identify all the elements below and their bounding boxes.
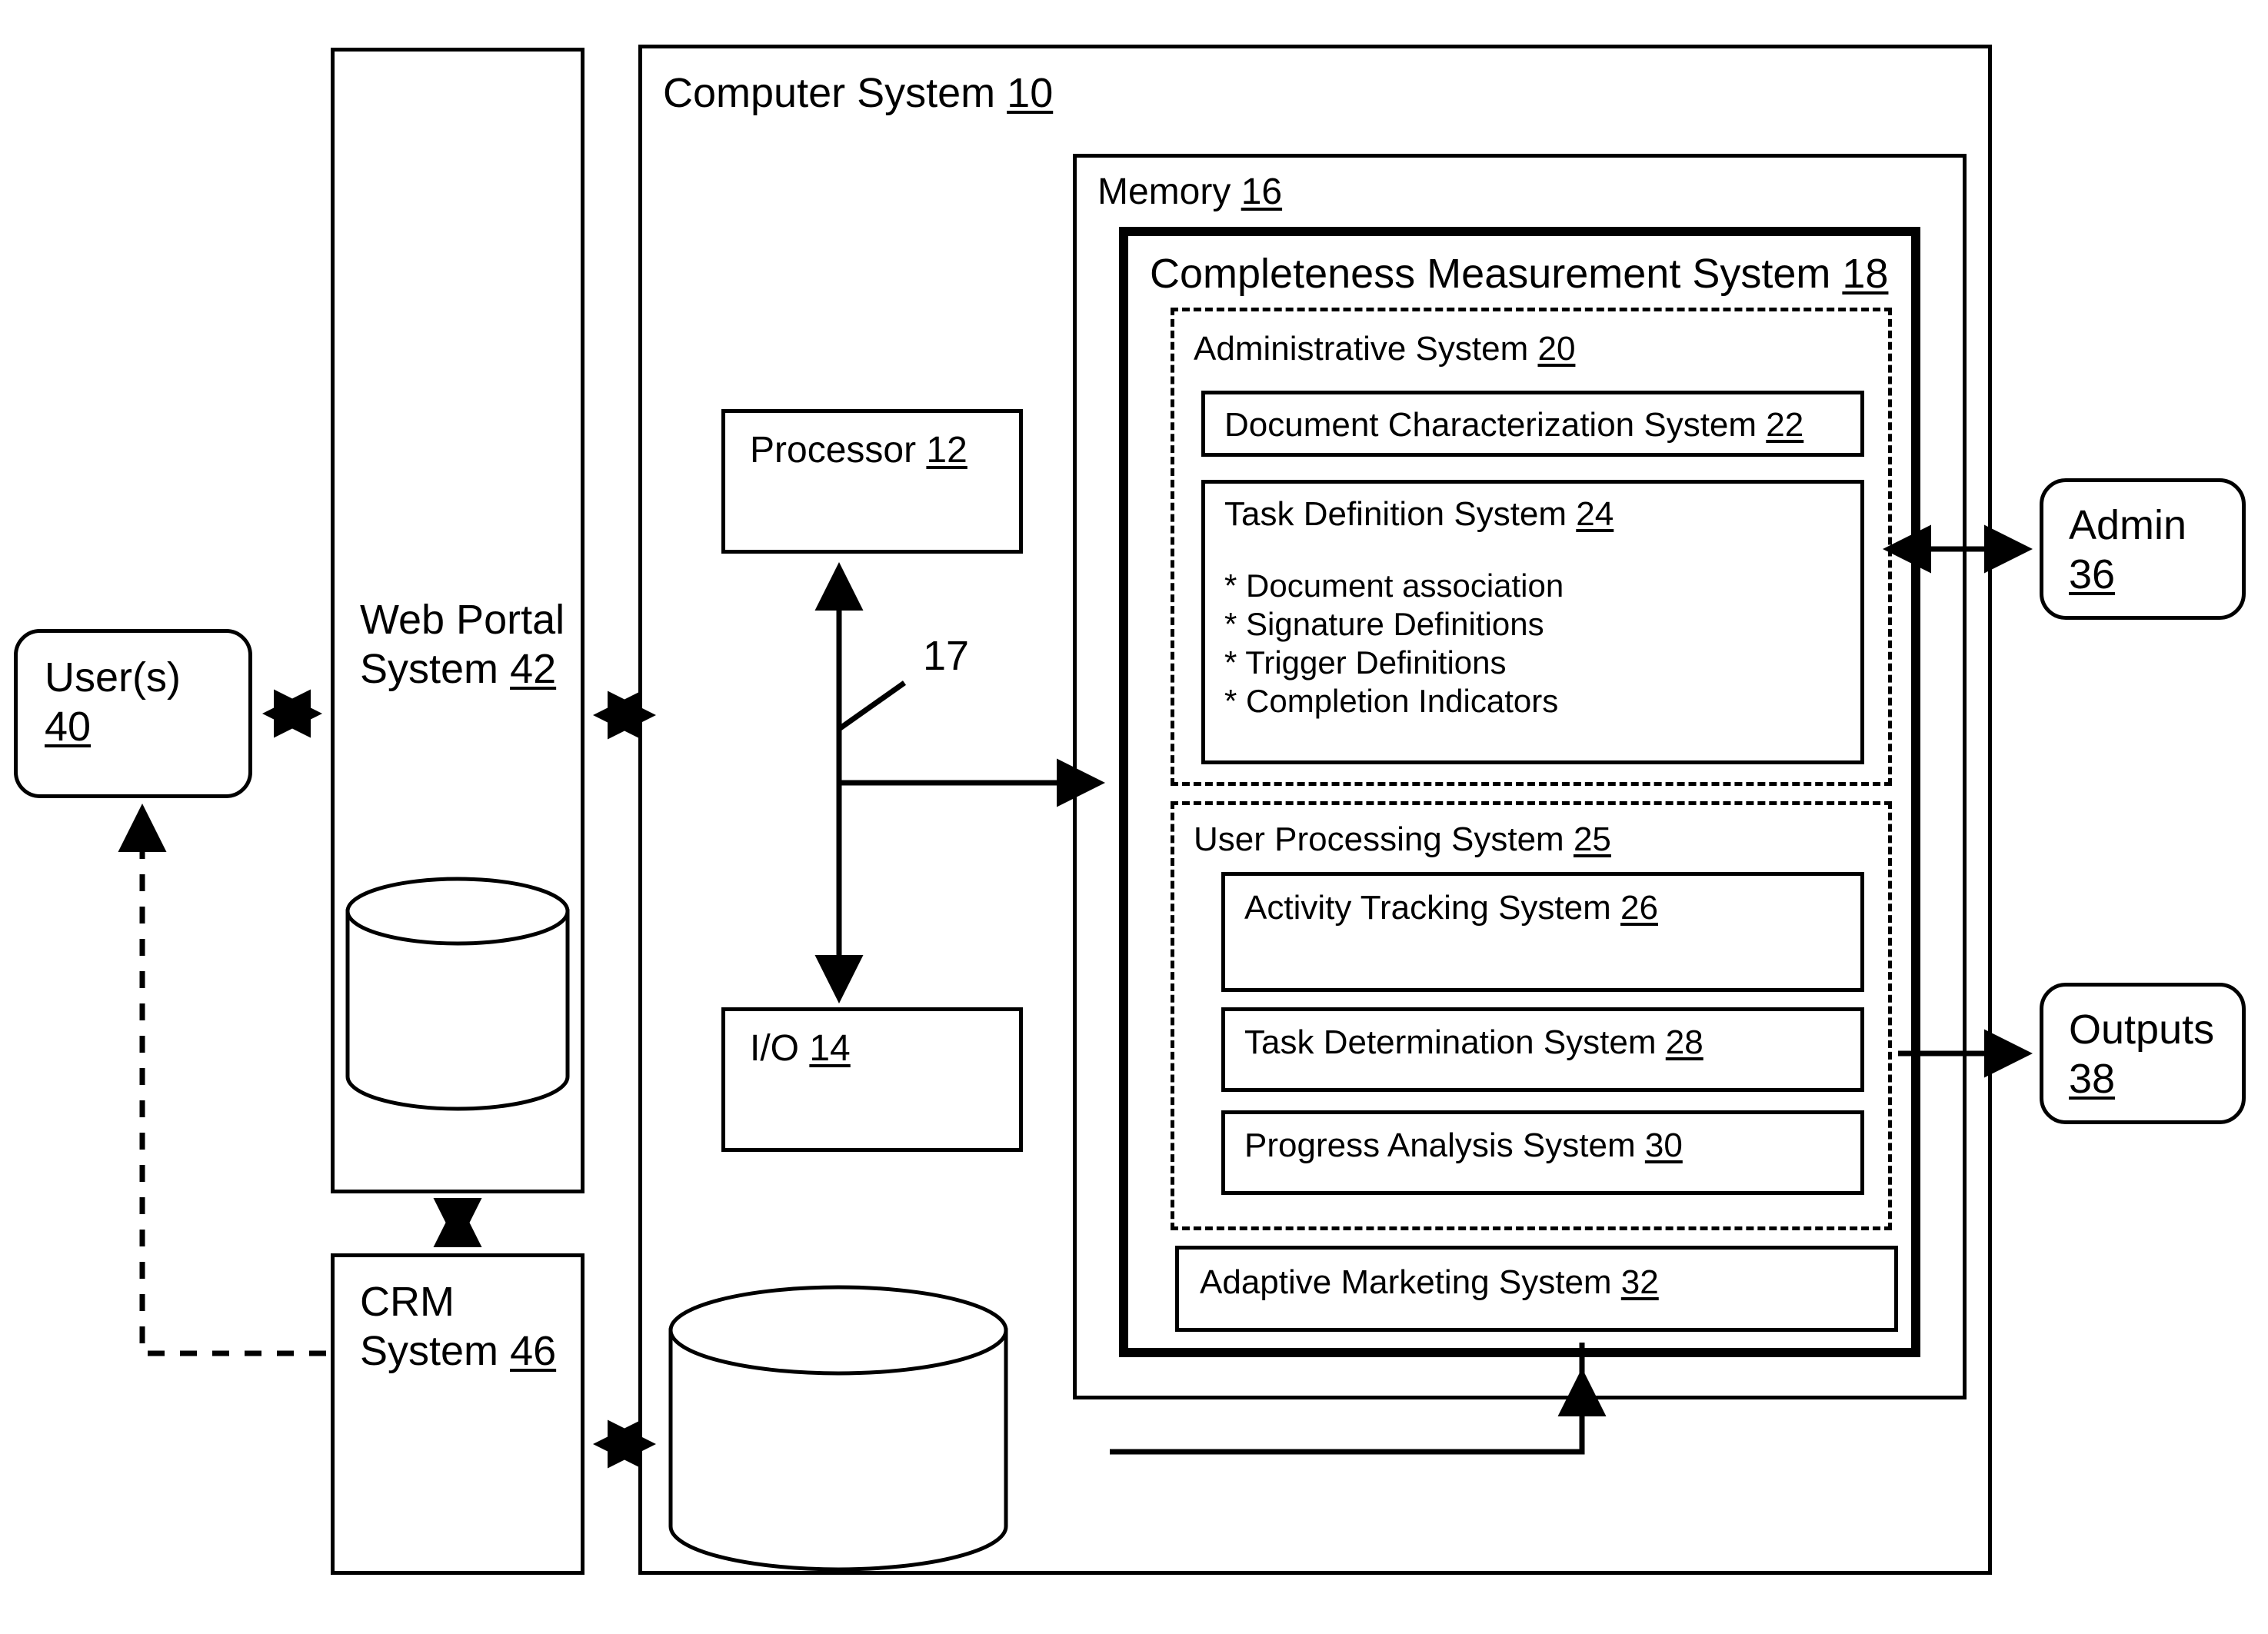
task-definition-bullet-1: * Document association	[1224, 567, 1564, 604]
task-definition-bullet-4: * Completion Indicators	[1224, 683, 1559, 719]
outputs-label: Outputs 38	[2069, 1007, 2215, 1102]
task-definition-system-label: Task Definition System 24	[1224, 495, 1614, 533]
processor-label: Processor 12	[750, 430, 967, 471]
computer-system-title: Computer System 10	[663, 70, 1054, 116]
diagram-canvas: Computer System 10 Memory 16 Completenes…	[0, 0, 2268, 1634]
admin-label: Admin 36	[2069, 502, 2187, 597]
administrative-system-title: Administrative System 20	[1194, 330, 1576, 368]
task-definition-bullet-3: * Trigger Definitions	[1224, 644, 1507, 681]
activity-history-database-label: Activity History Database 34	[717, 1378, 960, 1463]
users-label: User(s) 40	[45, 654, 181, 750]
progress-analysis-system-label: Progress Analysis System 30	[1244, 1126, 1683, 1164]
bus-reference-label: 17	[923, 633, 970, 679]
completeness-measurement-system-title: Completeness Measurement System 18	[1150, 251, 1889, 297]
adaptive-marketing-system-label: Adaptive Marketing System 32	[1200, 1263, 1659, 1301]
dashed-crm-to-users	[118, 804, 326, 1356]
task-determination-system-label: Task Determination System 28	[1244, 1023, 1703, 1061]
web-portal-system-label: Web Portal System 42	[360, 597, 565, 692]
docs-store-label: Doc's 44	[386, 964, 529, 1005]
io-label: I/O 14	[750, 1028, 851, 1069]
user-processing-system-title: User Processing System 25	[1194, 820, 1611, 858]
task-definition-bullet-2: * Signature Definitions	[1224, 606, 1544, 642]
memory-title: Memory 16	[1097, 171, 1283, 212]
crm-system-label: CRM System 46	[360, 1279, 557, 1374]
activity-tracking-system-label: Activity Tracking System 26	[1244, 889, 1658, 927]
document-characterization-system-label: Document Characterization System 22	[1224, 406, 1804, 444]
